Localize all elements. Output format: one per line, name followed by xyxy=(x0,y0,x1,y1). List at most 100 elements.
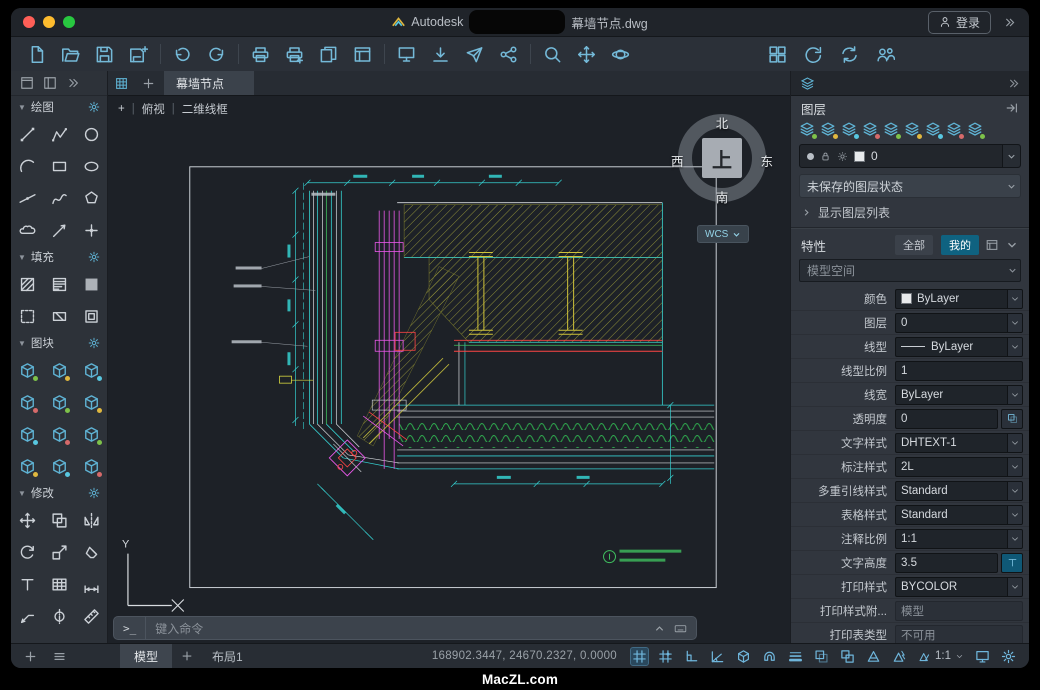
publish-icon[interactable] xyxy=(431,45,450,64)
keyboard-icon[interactable] xyxy=(674,622,687,635)
show-layer-list-toggle[interactable]: 显示图层列表 xyxy=(791,201,1029,223)
leader-tool[interactable] xyxy=(11,600,43,632)
property-chevron[interactable] xyxy=(1007,530,1022,548)
section-collapse-icon[interactable]: ▼ xyxy=(18,339,26,348)
close-window-button[interactable] xyxy=(23,16,35,28)
block-replace-tool[interactable] xyxy=(75,450,107,482)
boundary-tool[interactable] xyxy=(11,300,43,332)
filter-mine-button[interactable]: 我的 xyxy=(941,235,979,255)
orbit-icon[interactable] xyxy=(611,45,630,64)
collaborate-icon[interactable] xyxy=(876,45,895,64)
print-icon[interactable] xyxy=(251,45,270,64)
property-value-field[interactable]: Standard xyxy=(895,481,1023,501)
lineweight-icon[interactable] xyxy=(787,648,804,665)
rotate-tool[interactable] xyxy=(11,536,43,568)
compass-west-label[interactable]: 西 xyxy=(671,151,684,170)
view-compass[interactable]: 上 北 南 西 东 xyxy=(675,111,769,205)
gear-icon[interactable] xyxy=(88,251,100,263)
palette-a-icon[interactable] xyxy=(20,76,34,90)
gear-icon[interactable] xyxy=(88,337,100,349)
circle-tool[interactable] xyxy=(75,118,107,150)
new-tab-button[interactable] xyxy=(135,71,162,95)
print-add-icon[interactable] xyxy=(285,45,304,64)
share-icon[interactable] xyxy=(499,45,518,64)
ortho-icon[interactable] xyxy=(683,648,700,665)
layer-freeze-icon[interactable] xyxy=(883,121,899,137)
table-tool[interactable] xyxy=(43,568,75,600)
block-attedit-tool[interactable] xyxy=(11,418,43,450)
gridsnap-icon[interactable] xyxy=(657,648,674,665)
block-create-tool[interactable] xyxy=(43,354,75,386)
layer-lock-icon[interactable] xyxy=(904,121,920,137)
arc-tool[interactable] xyxy=(11,150,43,182)
block-basepoint-tool[interactable] xyxy=(75,418,107,450)
chevron-double-icon[interactable] xyxy=(66,76,80,90)
polar-icon[interactable] xyxy=(709,648,726,665)
section-collapse-icon[interactable]: ▼ xyxy=(18,103,26,112)
command-line[interactable]: >_ 键入命令 xyxy=(113,616,697,640)
block-palette-tool[interactable] xyxy=(11,450,43,482)
viewport-control-2[interactable]: 二维线框 xyxy=(182,101,228,117)
point-tool[interactable] xyxy=(75,214,107,246)
customize-icon[interactable] xyxy=(1000,648,1017,665)
block-count-tool[interactable] xyxy=(43,450,75,482)
panel-menu-icon[interactable] xyxy=(1005,238,1019,252)
menu-icon[interactable] xyxy=(53,650,66,663)
grid-icon[interactable] xyxy=(631,648,648,665)
layer-states-icon[interactable] xyxy=(967,121,983,137)
new-file-icon[interactable] xyxy=(27,45,46,64)
zoom-window-button[interactable] xyxy=(63,16,75,28)
collapse-panel-icon[interactable] xyxy=(1005,101,1019,115)
layer-control-dropdown[interactable]: 0 xyxy=(799,144,1021,168)
block-write-tool[interactable] xyxy=(75,354,107,386)
compass-east-label[interactable]: 东 xyxy=(760,151,773,170)
property-chevron[interactable] xyxy=(1007,578,1022,596)
mirror-tool[interactable] xyxy=(75,504,107,536)
ellipse-tool[interactable] xyxy=(75,150,107,182)
quick-properties-icon[interactable] xyxy=(985,238,999,252)
add-palette-icon[interactable] xyxy=(24,650,37,663)
palette-b-icon[interactable] xyxy=(43,76,57,90)
polygon-tool[interactable] xyxy=(75,182,107,214)
annot-monitor-icon[interactable] xyxy=(974,648,991,665)
block-edit-tool[interactable] xyxy=(11,386,43,418)
pan-icon[interactable] xyxy=(577,45,596,64)
filter-all-button[interactable]: 全部 xyxy=(895,235,933,255)
import-icon[interactable] xyxy=(804,45,823,64)
login-button[interactable]: 登录 xyxy=(928,11,991,34)
block-attsync-tool[interactable] xyxy=(43,418,75,450)
property-value-field[interactable]: 1 xyxy=(895,361,1023,381)
open-folder-icon[interactable] xyxy=(61,45,80,64)
property-chevron[interactable] xyxy=(1007,434,1022,452)
block-attribute-tool[interactable] xyxy=(75,386,107,418)
property-chevron[interactable] xyxy=(1007,506,1022,524)
space-selector-dropdown[interactable]: 模型空间 xyxy=(799,259,1021,282)
property-value-field[interactable]: 0 xyxy=(895,313,1023,333)
property-value-field[interactable]: ByLayer xyxy=(895,337,1023,357)
property-chevron[interactable] xyxy=(1007,290,1022,308)
property-value-field[interactable]: BYCOLOR xyxy=(895,577,1023,597)
move-tool[interactable] xyxy=(11,504,43,536)
property-value-field[interactable]: ByLayer xyxy=(895,385,1023,405)
property-chevron[interactable] xyxy=(1007,338,1022,356)
property-value-field[interactable]: ByLayer xyxy=(895,289,1023,309)
command-history-icon[interactable] xyxy=(653,622,666,635)
wipeout-tool[interactable] xyxy=(43,300,75,332)
copy-tool[interactable] xyxy=(43,504,75,536)
rectangle-tool[interactable] xyxy=(43,150,75,182)
panel-overflow-icon[interactable] xyxy=(1007,77,1020,90)
measure-tool[interactable] xyxy=(75,600,107,632)
sheets-icon[interactable] xyxy=(319,45,338,64)
find-icon[interactable] xyxy=(543,45,562,64)
wcs-dropdown[interactable]: WCS xyxy=(697,225,749,243)
hatch-tool[interactable] xyxy=(11,268,43,300)
property-value-field[interactable]: DHTEXT-1 xyxy=(895,433,1023,453)
tool-sets-icon[interactable] xyxy=(768,45,787,64)
annot-vis-icon[interactable] xyxy=(865,648,882,665)
model-space[interactable]: Y +|俯视|二维线框 上 北 南 西 东 WCS >_ xyxy=(108,95,790,644)
model-tab[interactable]: 模型 xyxy=(120,644,172,668)
viewport-control-1[interactable]: 俯视 xyxy=(142,101,165,117)
gradient-tool[interactable] xyxy=(43,268,75,300)
layer-on-icon[interactable] xyxy=(841,121,857,137)
gear-icon[interactable] xyxy=(88,101,100,113)
